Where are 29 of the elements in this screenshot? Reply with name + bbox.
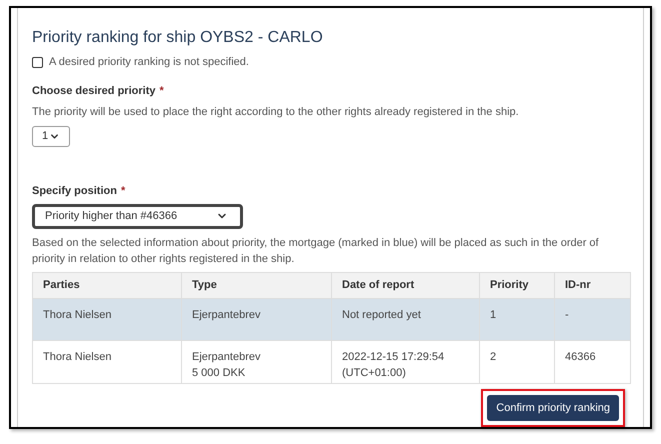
table-cell-text: Not reported yet bbox=[342, 308, 422, 323]
required-mark: * bbox=[120, 184, 126, 200]
table-row[interactable]: Thora Nielsen Ejerpantebrev Not reported yet 1 - bbox=[32, 298, 630, 340]
column-header: Priority bbox=[480, 272, 554, 298]
table-cell-text: - bbox=[565, 308, 570, 323]
column-header: ID-nr bbox=[554, 272, 630, 298]
priority-dropdown[interactable]: 1 bbox=[32, 126, 70, 148]
column-header: Date of report bbox=[332, 272, 480, 298]
table-cell-text: Thora Nielsen bbox=[43, 350, 112, 365]
field-label: Specify position bbox=[32, 184, 117, 200]
table-cell-text: 2022-12-15 17:29:54 (UTC+01:00) bbox=[342, 350, 446, 381]
column-header: Parties bbox=[32, 272, 182, 298]
dialog-title: Priority ranking for ship OYBS2 - CARLO bbox=[32, 28, 324, 48]
checkbox[interactable] bbox=[32, 56, 43, 68]
field-label: Choose desired priority bbox=[32, 84, 156, 98]
confirm-button[interactable]: Confirm priority ranking bbox=[487, 395, 619, 421]
table-row[interactable]: Thora Nielsen Ejerpantebrev 5 000 DKK 2022-12-15 17:29:54 (UTC+01:00) 2 46366 bbox=[32, 340, 630, 384]
table-cell-text: 46366 bbox=[565, 350, 597, 365]
description-text: Based on the selected information about priority, the mortgage (marked in blue) will be placed as such in the order of priority in relation to other rights registered in the ship. bbox=[32, 236, 600, 267]
table-cell-text: 1 bbox=[490, 308, 498, 323]
position-dropdown[interactable]: Priority higher than #46366 bbox=[32, 204, 243, 229]
required-mark: * bbox=[159, 84, 164, 98]
table-cell-text: 2 bbox=[490, 350, 498, 365]
table-cell-text: Thora Nielsen bbox=[43, 308, 112, 323]
field-hint: The priority will be used to place the right according to the other rights already registered in the ship. bbox=[32, 105, 520, 120]
checkbox-label: A desired priority ranking is not specified. bbox=[49, 55, 249, 70]
table-cell-text: Ejerpantebrev bbox=[192, 308, 262, 323]
column-header: Type bbox=[182, 272, 332, 298]
table-cell-text: Ejerpantebrev 5 000 DKK bbox=[192, 350, 262, 381]
